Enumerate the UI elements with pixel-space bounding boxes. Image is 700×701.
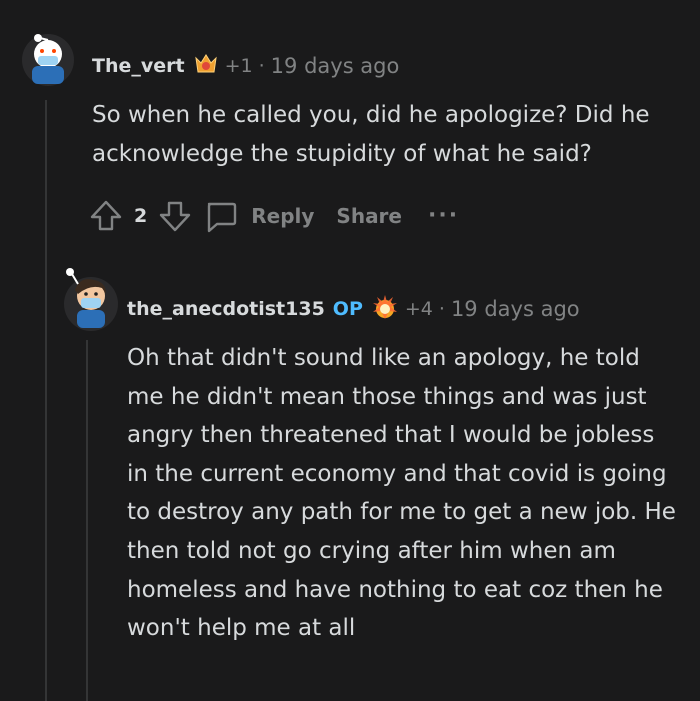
share-button[interactable]: Share [336, 204, 402, 228]
separator: · [258, 55, 265, 77]
upvote-icon[interactable] [88, 198, 124, 234]
downvote-icon[interactable] [157, 198, 193, 234]
timestamp[interactable]: 19 days ago [451, 297, 580, 321]
op-badge: OP [332, 298, 363, 320]
thread-line-main[interactable] [45, 100, 47, 701]
award-badge-icon[interactable] [371, 293, 399, 325]
comment-header: The_vert +1 · 19 days ago [92, 52, 399, 80]
separator: · [438, 298, 445, 320]
timestamp[interactable]: 19 days ago [271, 54, 400, 78]
username[interactable]: the_anecdotist135 [127, 298, 325, 320]
username[interactable]: The_vert [92, 55, 185, 77]
avatar[interactable] [18, 26, 78, 86]
comment-body: Oh that didn't sound like an apology, he… [127, 345, 676, 642]
more-icon[interactable]: ··· [428, 205, 459, 227]
comment-bubble-icon[interactable] [203, 198, 239, 234]
award-count: +1 [224, 55, 253, 77]
comment-body: So when he called you, did he apologize?… [92, 102, 650, 167]
avatar[interactable] [60, 266, 122, 332]
award-count: +4 [404, 298, 433, 320]
comment-header: the_anecdotist135 OP +4 · 19 days ago [127, 293, 580, 325]
thread-line-reply[interactable] [86, 340, 88, 701]
vote-score: 2 [134, 205, 148, 227]
award-badge-icon[interactable] [193, 52, 219, 80]
comment-actions: 2 Reply Share ··· [88, 198, 459, 234]
reply-button[interactable]: Reply [251, 204, 314, 228]
